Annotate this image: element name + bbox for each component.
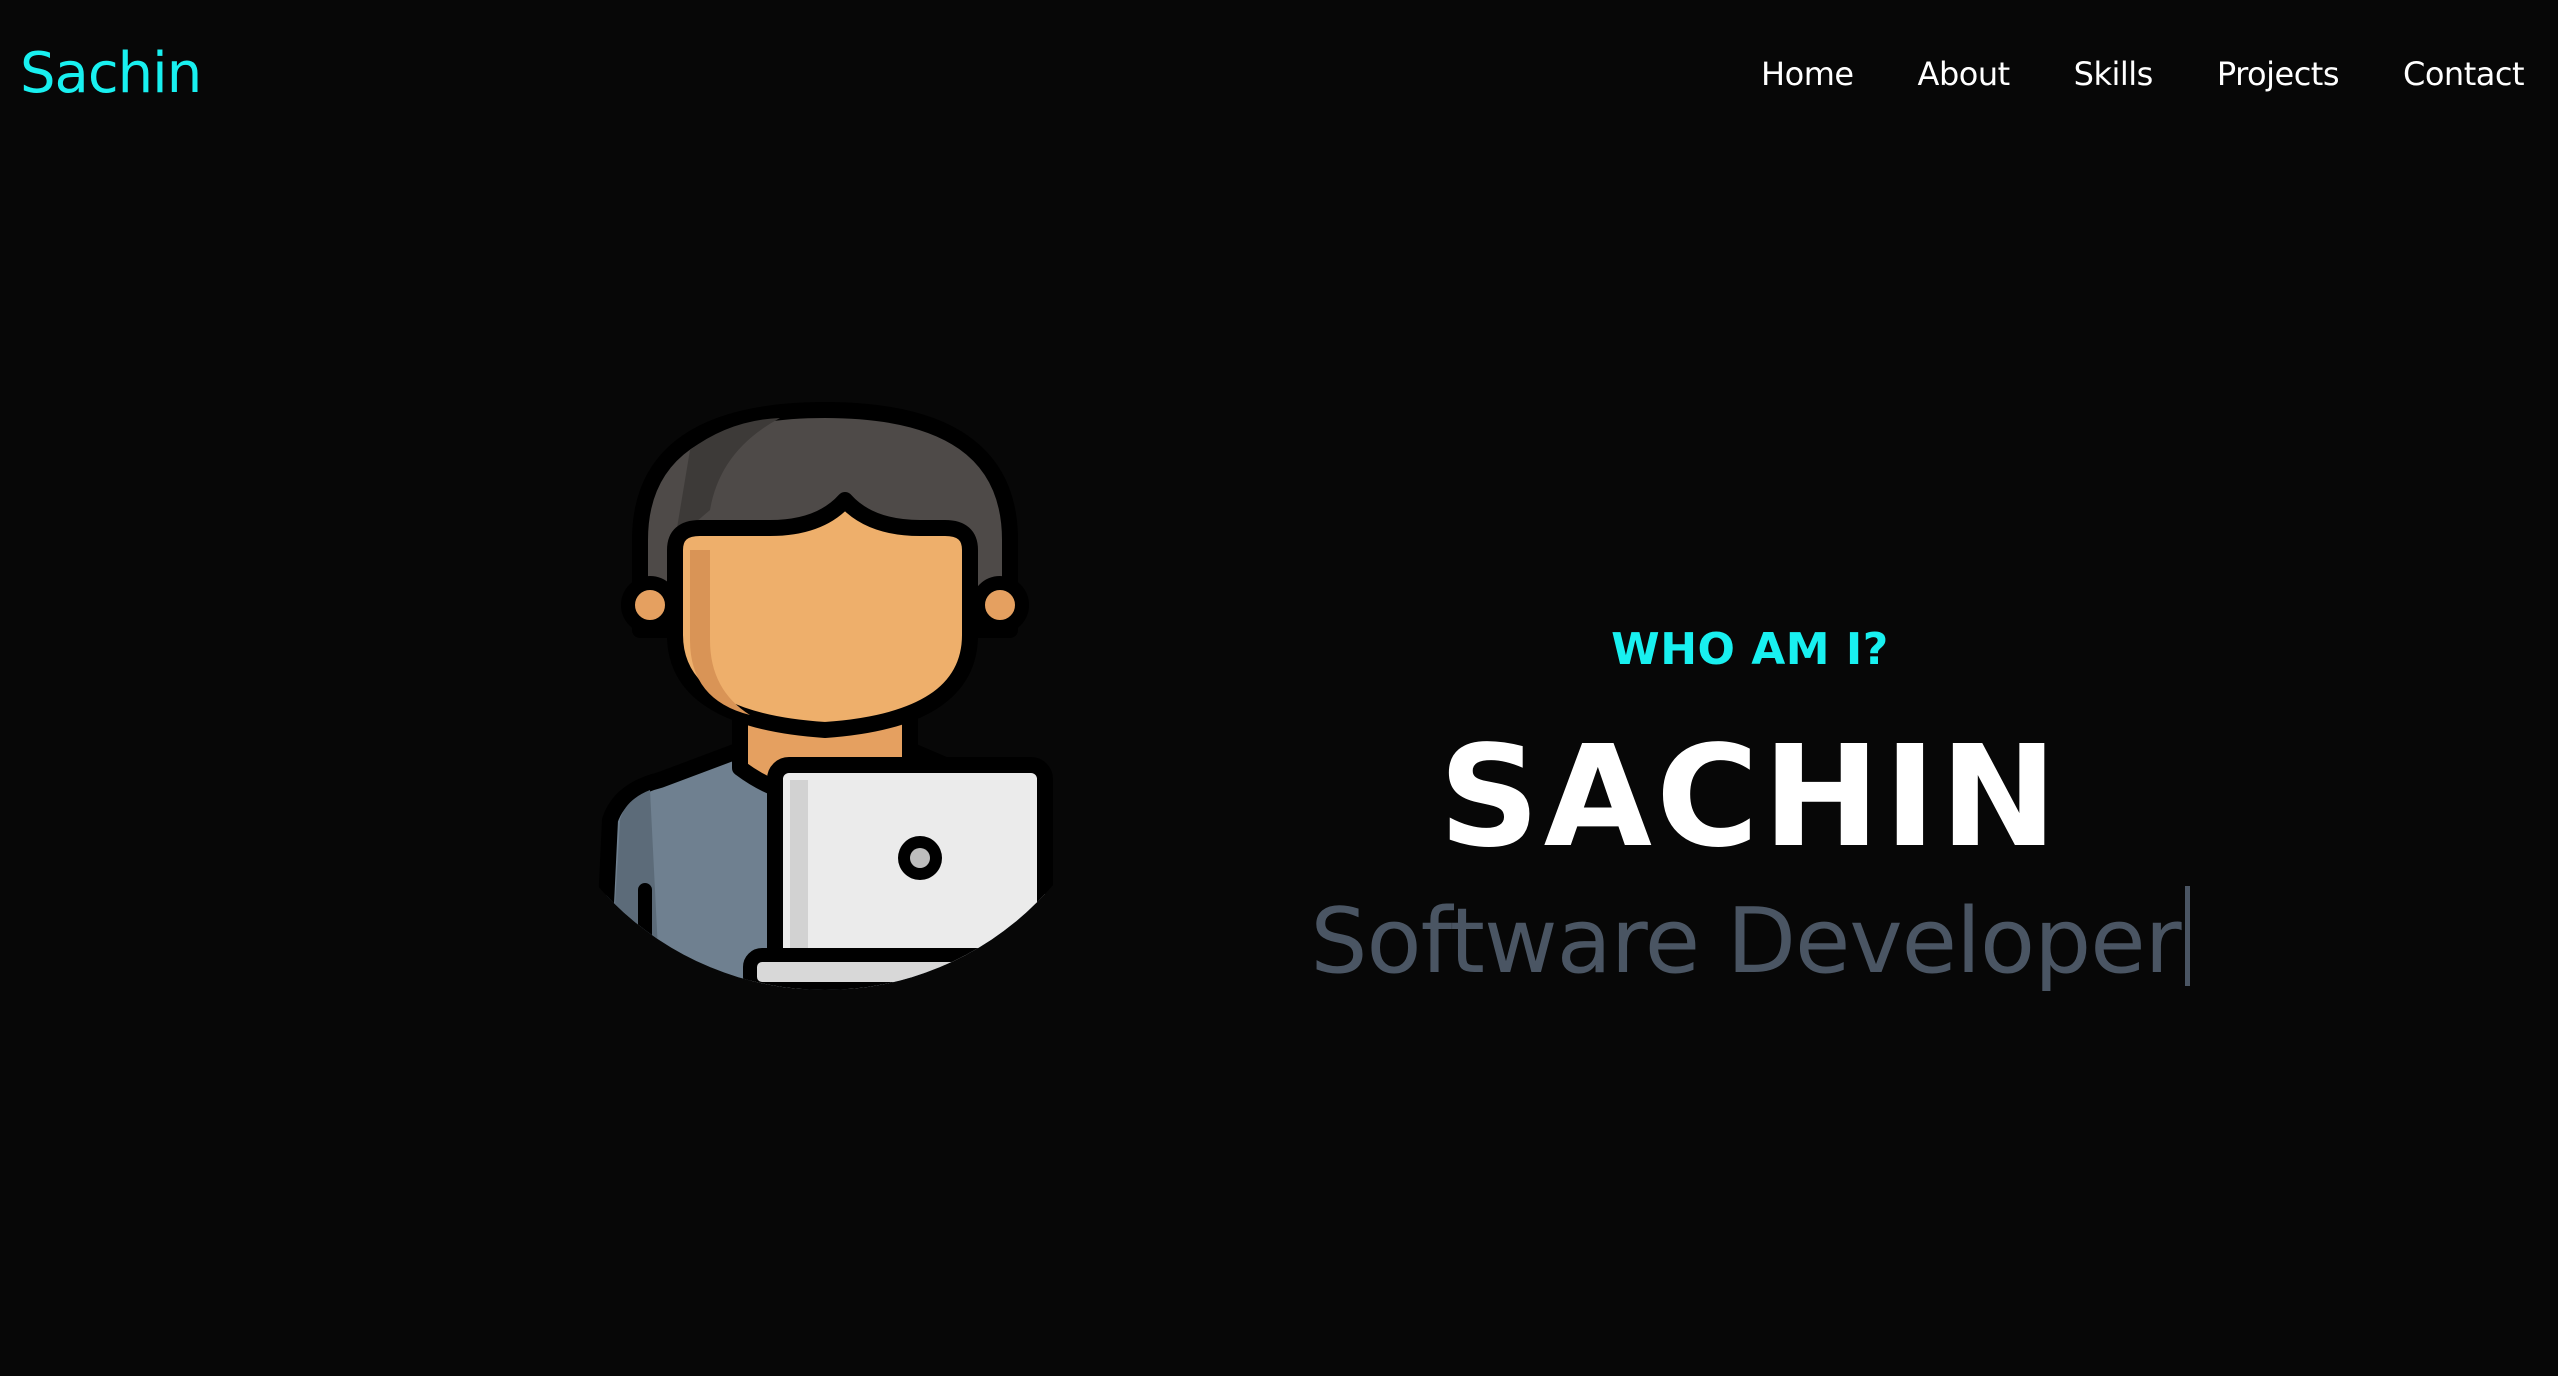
nav-skills[interactable]: Skills bbox=[2074, 52, 2154, 96]
nav-projects[interactable]: Projects bbox=[2217, 52, 2340, 96]
brand-logo-link[interactable]: Sachin bbox=[20, 38, 202, 110]
hero-role: Software Developer bbox=[1310, 889, 2181, 994]
nav-about[interactable]: About bbox=[1918, 52, 2011, 96]
developer-avatar-icon bbox=[592, 402, 1070, 990]
nav-contact[interactable]: Contact bbox=[2403, 52, 2525, 96]
nav-home[interactable]: Home bbox=[1761, 52, 1854, 96]
typing-cursor bbox=[2184, 886, 2190, 986]
nav-links: Home About Skills Projects Contact bbox=[1761, 52, 2524, 96]
top-navbar: Sachin Home About Skills Projects Contac… bbox=[0, 0, 2558, 150]
hero-eyebrow: WHO AM I? bbox=[1611, 624, 1889, 675]
hero-section: WHO AM I? SACHIN Software Developer bbox=[1240, 620, 2260, 1002]
hero-name: SACHIN bbox=[1438, 716, 2062, 879]
hero-role-line: Software Developer bbox=[1240, 878, 2260, 1002]
portfolio-page: Sachin Home About Skills Projects Contac… bbox=[0, 0, 2558, 1376]
